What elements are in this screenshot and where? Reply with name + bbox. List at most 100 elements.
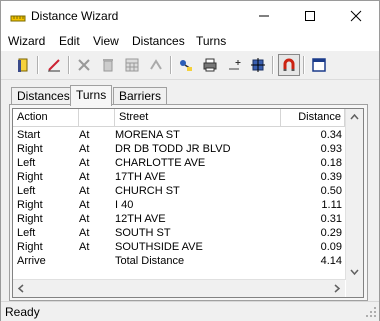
cell-at: At (79, 171, 90, 183)
cell-distance: 0.39 (320, 171, 342, 183)
print-button[interactable] (199, 54, 221, 76)
snap-toggle-button[interactable] (278, 54, 300, 76)
turns-list[interactable]: Action Street Distance Start At MORENA ST 0… (12, 108, 364, 298)
move-button[interactable] (247, 54, 269, 76)
cell-distance: 0.34 (320, 129, 342, 141)
cell-street: I 40 (115, 199, 134, 211)
horizontal-scrollbar[interactable] (13, 279, 345, 297)
cell-distance: 0.18 (320, 157, 342, 169)
tab-barriers[interactable]: Barriers (113, 87, 168, 104)
cell-distance: 0.09 (320, 241, 342, 253)
menu-wizard[interactable]: Wizard (8, 34, 45, 48)
maximize-icon (305, 11, 315, 21)
distance-wizard-window: Distance Wizard Wizard Edit View Distanc… (0, 0, 380, 321)
toolbar (1, 52, 379, 80)
title-bar[interactable]: Distance Wizard (1, 1, 379, 31)
cell-street: Total Distance (115, 255, 185, 267)
scroll-left-icon[interactable] (17, 284, 24, 293)
scrollbar-corner (346, 280, 363, 297)
table-row[interactable]: Right At DR DB TODD JR BLVD 0.93 (13, 142, 345, 156)
status-bar: Ready (1, 301, 379, 321)
cell-distance: 0.50 (320, 185, 342, 197)
scroll-up-icon[interactable] (350, 113, 359, 120)
ruler-app-icon (10, 15, 26, 22)
table-row[interactable]: Start At MORENA ST 0.34 (13, 128, 345, 142)
toolbar-separator (170, 56, 172, 74)
magnet-icon (283, 58, 295, 71)
maximize-button[interactable] (287, 1, 333, 31)
cell-distance: 0.93 (320, 143, 342, 155)
menu-bar: Wizard Edit View Distances Turns (1, 31, 379, 51)
delete-icon (78, 59, 90, 71)
cell-action: Left (17, 185, 36, 197)
scroll-down-icon[interactable] (350, 269, 359, 276)
print-icon (203, 58, 217, 72)
vertical-scrollbar[interactable] (345, 109, 363, 280)
cell-action: Right (17, 213, 43, 225)
merge-button[interactable] (145, 54, 167, 76)
cell-action: Right (17, 241, 43, 253)
table-row[interactable]: Right At 12TH AVE 0.31 (13, 212, 345, 226)
clear-icon (103, 59, 113, 72)
table-row[interactable]: Right At I 40 1.11 (13, 198, 345, 212)
cell-at: At (79, 227, 90, 239)
cell-at: At (79, 157, 90, 169)
cell-distance: 4.14 (320, 255, 342, 267)
toolbar-separator (37, 56, 39, 74)
delete-button[interactable] (73, 54, 95, 76)
window-icon (312, 58, 326, 72)
cell-action: Arrive (17, 255, 46, 267)
cell-street: CHARLOTTE AVE (115, 157, 206, 169)
cell-at: At (79, 199, 90, 211)
route-icon (180, 60, 192, 71)
column-header-street[interactable]: Street (115, 109, 281, 126)
cell-street: SOUTHSIDE AVE (115, 241, 203, 253)
file-icon (18, 58, 28, 72)
tab-distances[interactable]: Distances (11, 87, 76, 104)
cell-street: DR DB TODD JR BLVD (115, 143, 231, 155)
edit-pencil-icon (48, 59, 60, 72)
tab-turns[interactable]: Turns (70, 85, 113, 106)
cell-at: At (79, 213, 90, 225)
cell-distance: 1.11 (321, 199, 342, 211)
calculator-icon (125, 58, 139, 72)
table-row[interactable]: Left At SOUTH ST 0.29 (13, 226, 345, 240)
column-header-distance[interactable]: Distance (281, 109, 345, 126)
window-button[interactable] (308, 54, 330, 76)
resize-grip-icon[interactable] (365, 306, 377, 318)
close-icon (350, 10, 362, 22)
plus-icon (229, 60, 241, 70)
clear-button[interactable] (97, 54, 119, 76)
move-icon (251, 58, 265, 72)
cell-street: CHURCH ST (115, 185, 180, 197)
cell-street: 17TH AVE (115, 171, 166, 183)
table-row[interactable]: Right At SOUTHSIDE AVE 0.09 (13, 240, 345, 254)
window-title: Distance Wizard (31, 9, 119, 23)
column-header-at[interactable] (79, 109, 115, 126)
route-button[interactable] (175, 54, 197, 76)
menu-turns[interactable]: Turns (196, 34, 226, 48)
minimize-button[interactable] (241, 1, 287, 31)
scroll-right-icon[interactable] (334, 284, 341, 293)
cell-at: At (79, 129, 90, 141)
list-header: Action Street Distance (13, 109, 345, 127)
menu-distances[interactable]: Distances (132, 34, 185, 48)
cell-at: At (79, 241, 90, 253)
close-button[interactable] (333, 1, 379, 31)
table-row[interactable]: Left At CHARLOTTE AVE 0.18 (13, 156, 345, 170)
open-file-button[interactable] (12, 54, 34, 76)
edit-button[interactable] (43, 54, 65, 76)
menu-edit[interactable]: Edit (59, 34, 80, 48)
add-button[interactable] (223, 54, 245, 76)
minimize-icon (259, 15, 269, 17)
cell-distance: 0.29 (320, 227, 342, 239)
cell-at: At (79, 185, 90, 197)
menu-view[interactable]: View (93, 34, 119, 48)
table-row[interactable]: Right At 17TH AVE 0.39 (13, 170, 345, 184)
toolbar-separator (68, 56, 70, 74)
table-row[interactable]: Arrive Total Distance 4.14 (13, 254, 345, 268)
cell-action: Right (17, 199, 43, 211)
table-row[interactable]: Left At CHURCH ST 0.50 (13, 184, 345, 198)
calculate-button[interactable] (121, 54, 143, 76)
column-header-action[interactable]: Action (13, 109, 79, 126)
